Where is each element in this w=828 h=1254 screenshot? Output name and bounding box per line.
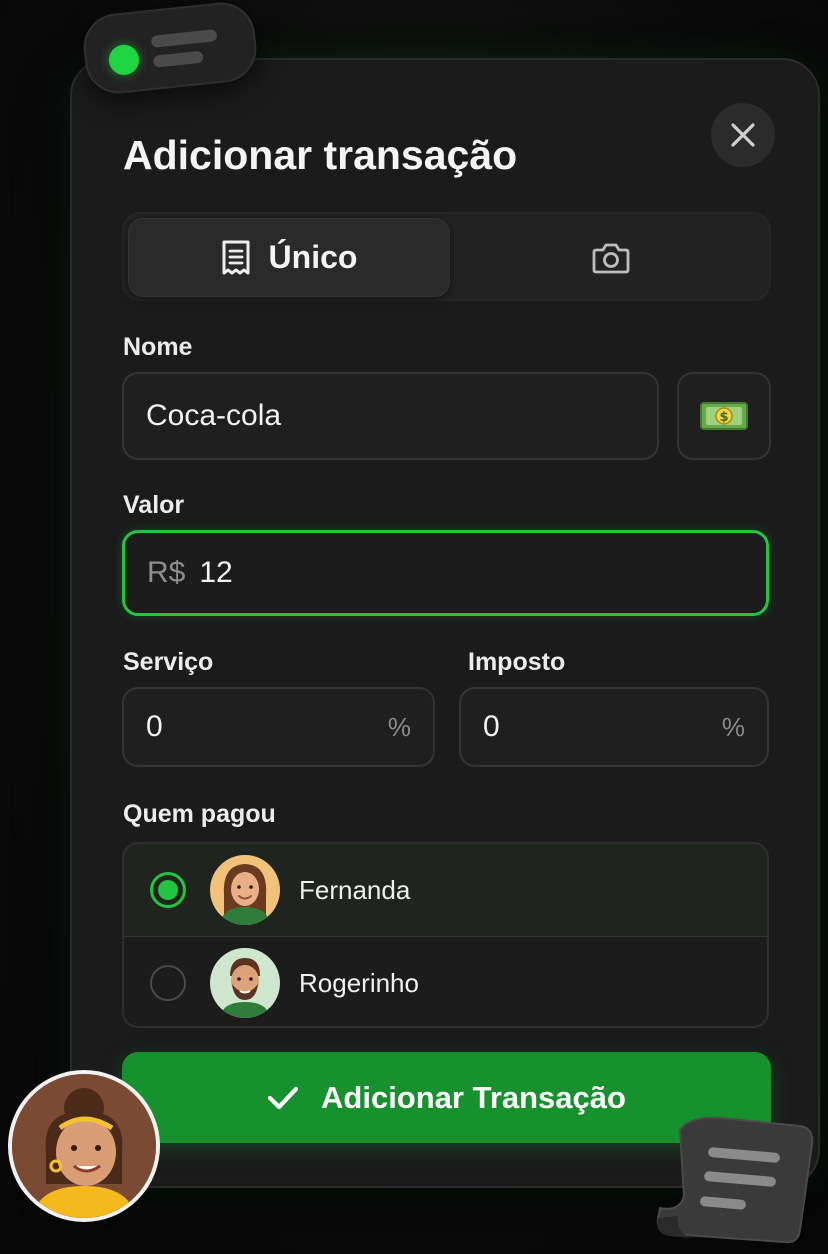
service-percent-suffix: % — [387, 711, 411, 742]
tab-unico-label: Único — [268, 239, 358, 275]
payer-list: Fernanda Rogerinho — [122, 842, 769, 1028]
value-input-value: 12 — [199, 556, 233, 589]
service-input[interactable]: 0 % — [122, 687, 435, 767]
mode-segmented-control: Único — [122, 212, 771, 301]
radio-selected-icon[interactable] — [150, 872, 186, 908]
camera-icon — [592, 243, 629, 273]
add-transaction-button-label: Adicionar Transação — [321, 1079, 626, 1115]
close-button[interactable] — [711, 103, 775, 167]
close-icon — [731, 123, 755, 147]
app-stage: Adicionar transação Único Nome Coca-cola — [0, 0, 828, 1254]
tax-percent-suffix: % — [721, 711, 745, 742]
payer-option-rogerinho[interactable]: Rogerinho — [124, 937, 767, 1026]
tax-input-value: 0 — [483, 710, 500, 743]
name-label: Nome — [123, 333, 193, 361]
receipt-icon — [222, 240, 250, 274]
currency-prefix: R$ — [147, 556, 186, 589]
menu-line-icon — [152, 50, 204, 68]
money-button[interactable]: $ — [677, 372, 771, 460]
menu-line-icon — [150, 29, 218, 48]
status-dot-icon — [107, 43, 141, 77]
value-label: Valor — [123, 491, 185, 519]
tax-input[interactable]: 0 % — [459, 687, 769, 767]
money-icon: $ — [700, 402, 748, 430]
tax-label: Imposto — [468, 648, 566, 676]
name-input-value: Coca-cola — [146, 399, 282, 432]
service-input-value: 0 — [146, 710, 163, 743]
receipt-decoration-icon — [656, 1116, 814, 1244]
payer-option-fernanda[interactable]: Fernanda — [124, 844, 767, 936]
payer-name: Rogerinho — [299, 967, 419, 998]
radio-unselected-icon[interactable] — [150, 965, 186, 1001]
name-input[interactable]: Coca-cola — [122, 372, 659, 460]
payer-label: Quem pagou — [123, 800, 276, 828]
avatar — [210, 948, 280, 1018]
avatar — [210, 855, 280, 925]
service-label: Serviço — [123, 648, 214, 676]
value-input[interactable]: R$ 12 — [122, 530, 769, 616]
check-icon — [267, 1086, 299, 1109]
tab-camera[interactable] — [454, 218, 767, 297]
svg-text:$: $ — [719, 410, 728, 425]
dialog-title: Adicionar transação — [123, 132, 518, 178]
user-avatar[interactable] — [8, 1070, 160, 1222]
tab-unico[interactable]: Único — [128, 218, 450, 297]
payer-name: Fernanda — [299, 874, 411, 905]
